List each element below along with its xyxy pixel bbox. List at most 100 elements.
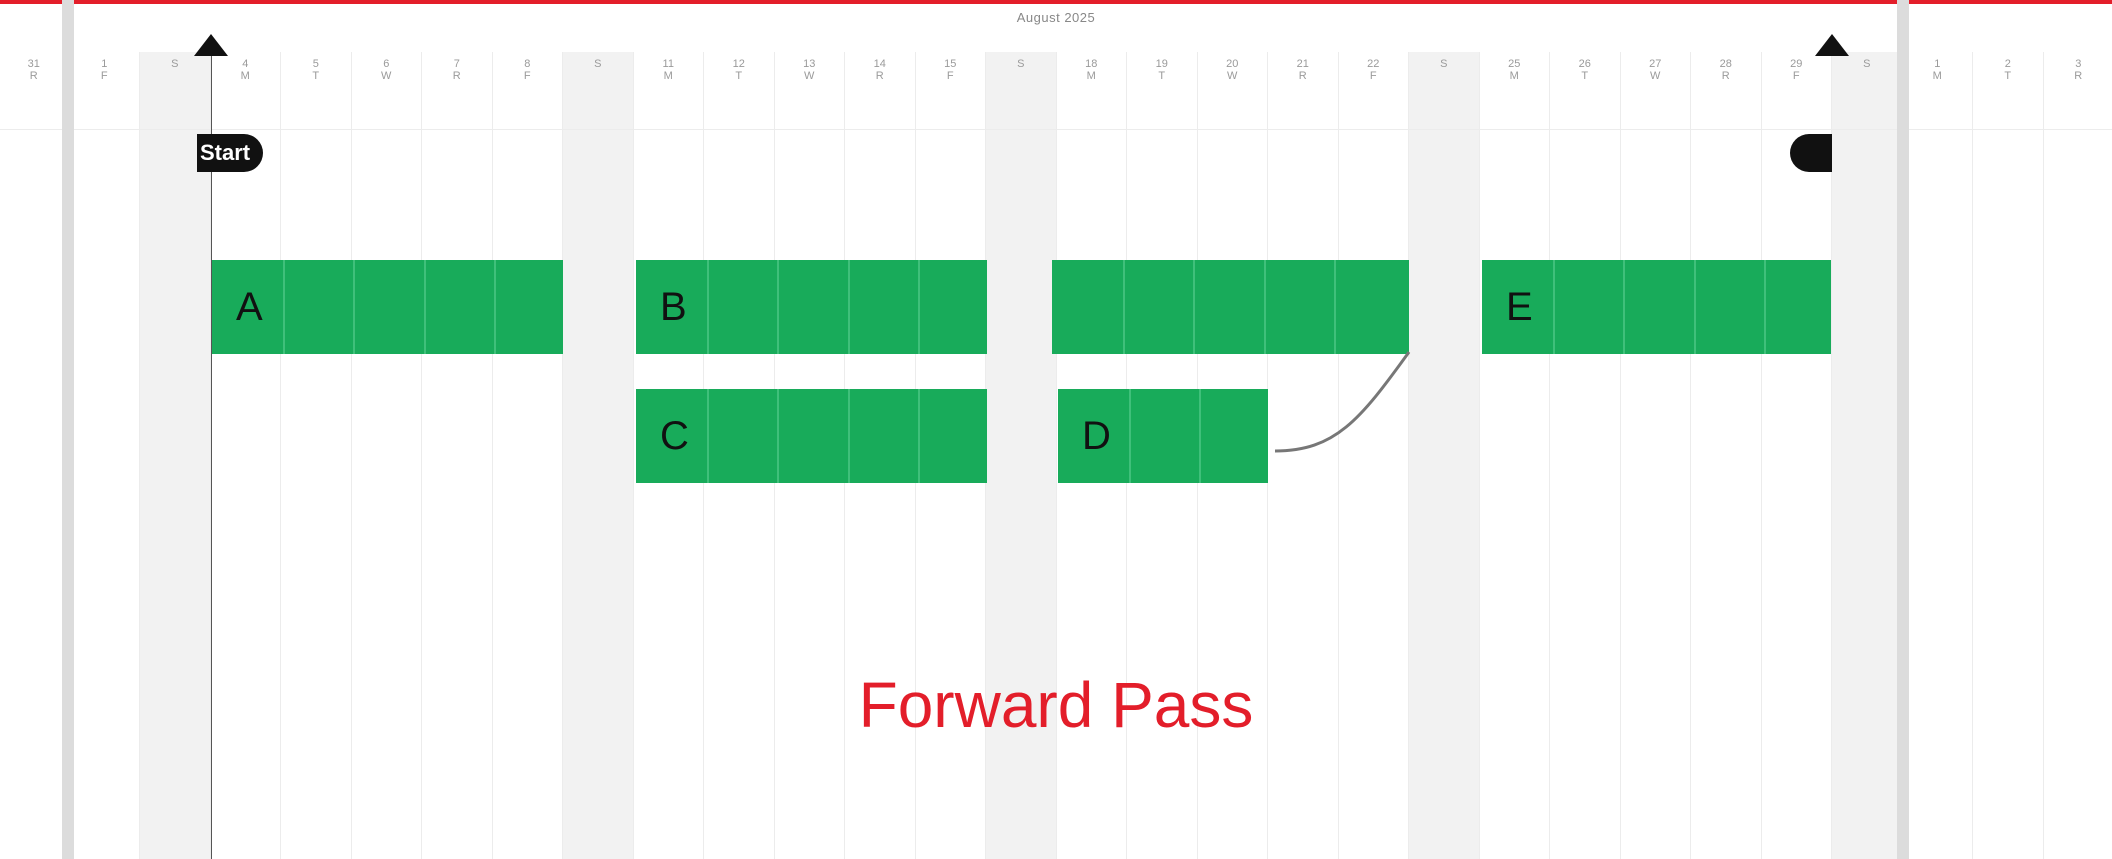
weekday-letter: S [594, 58, 602, 70]
day-cell-divider [494, 260, 496, 354]
day-number: 15 [944, 58, 957, 70]
weekday-letter: W [804, 70, 815, 82]
day-header: 25 M [1480, 58, 1550, 82]
day-cell-divider [847, 389, 850, 483]
task-bar-e[interactable]: E [1482, 260, 1831, 354]
day-header: 7R [422, 58, 492, 82]
day-cell-divider [918, 260, 920, 354]
day-cell-divider [1128, 389, 1131, 483]
day-header: 4M [211, 58, 281, 82]
day-number: 3 [2075, 58, 2082, 70]
weekday-letter: F [1369, 70, 1377, 82]
day-cell-divider [1552, 260, 1555, 354]
day-number: 29 [1790, 58, 1803, 70]
day-header: 29 F [1762, 58, 1832, 82]
weekday-letter: M [240, 70, 250, 82]
day-number: 5 [312, 58, 319, 70]
day-cell-divider [282, 260, 285, 354]
day-number: 14 [873, 58, 886, 70]
day-number: 7 [453, 58, 460, 70]
task-bar-c[interactable]: C [636, 389, 987, 483]
weekday-letter: W [1227, 70, 1238, 82]
day-header: 12 T [704, 58, 774, 82]
weekday-letter: F [523, 70, 531, 82]
day-header: 5T [281, 58, 351, 82]
day-header: 8F [493, 58, 563, 82]
day-header: S [986, 58, 1056, 70]
day-cell-divider [1193, 260, 1195, 354]
day-header: 1M [1903, 58, 1973, 82]
day-number: 31 [27, 58, 40, 70]
day-header: 26 T [1550, 58, 1620, 82]
weekday-letter: R [2074, 70, 2083, 82]
day-header: 14 R [845, 58, 915, 82]
day-header: 19 T [1127, 58, 1197, 82]
day-cell-divider [777, 389, 779, 483]
task-bar-unlabeled[interactable] [1052, 260, 1409, 354]
weekday-letter: T [1158, 70, 1166, 82]
weekday-letter: S [1863, 58, 1871, 70]
day-header: 21 R [1268, 58, 1338, 82]
day-number: 11 [662, 58, 674, 70]
day-cell-divider [1263, 260, 1266, 354]
caption: Forward Pass [858, 669, 1254, 741]
header-divider [0, 129, 2112, 130]
day-header: 11 M [634, 58, 704, 82]
task-bar-d[interactable]: D [1058, 389, 1268, 483]
weekday-letter: T [1581, 70, 1589, 82]
day-header: S [1409, 58, 1479, 70]
weekday-letter: F [946, 70, 954, 82]
task-bar-a[interactable]: A [212, 260, 563, 354]
end-milestone[interactable] [1790, 134, 1832, 172]
day-number: 27 [1649, 58, 1662, 70]
start-milestone[interactable]: Start [197, 134, 263, 172]
weekday-letter: T [735, 70, 743, 82]
task-bar-b[interactable]: B [636, 260, 987, 354]
day-cell-divider [706, 260, 709, 354]
weekday-letter: T [2004, 70, 2012, 82]
day-header: 6W [352, 58, 422, 82]
day-number: 20 [1226, 58, 1239, 70]
day-header: 3R [2044, 58, 2112, 82]
day-number: 13 [803, 58, 816, 70]
day-header: S [563, 58, 633, 70]
weekday-letter: F [100, 70, 108, 82]
day-header: S [1832, 58, 1902, 70]
day-header: 31 R [0, 58, 69, 82]
weekday-letter: R [1298, 70, 1307, 82]
task-label: C [660, 414, 689, 458]
weekday-letter: M [1086, 70, 1096, 82]
day-number: 25 [1508, 58, 1521, 70]
task-label: D [1082, 414, 1111, 458]
day-number: 1 [101, 58, 108, 70]
day-number: 22 [1367, 58, 1380, 70]
day-number: 28 [1719, 58, 1732, 70]
weekday-letter: R [875, 70, 884, 82]
weekday-letter: S [171, 58, 179, 70]
day-cell-divider [1764, 260, 1766, 354]
day-number: 1 [1934, 58, 1941, 70]
weekday-letter: T [312, 70, 320, 82]
task-label: A [236, 285, 263, 329]
day-header: 15 F [916, 58, 986, 82]
day-cell-divider [1693, 260, 1696, 354]
weekday-letter: S [1017, 58, 1025, 70]
weekday-letter: W [381, 70, 392, 82]
day-number: 12 [732, 58, 745, 70]
day-number: 26 [1578, 58, 1591, 70]
day-header: 28 R [1691, 58, 1761, 82]
day-header: 2T [1973, 58, 2043, 82]
day-cell-divider [353, 260, 355, 354]
day-number: 19 [1155, 58, 1168, 70]
day-header: 18 M [1057, 58, 1127, 82]
start-marker-icon[interactable] [194, 34, 228, 56]
day-header: 1F [70, 58, 140, 82]
day-cell-divider [423, 260, 426, 354]
end-marker-icon[interactable] [1815, 34, 1849, 56]
day-number: 2 [2004, 58, 2011, 70]
day-number: 21 [1296, 58, 1309, 70]
weekday-letter: S [1440, 58, 1448, 70]
day-cell-divider [706, 389, 709, 483]
weekday-letter: M [663, 70, 673, 82]
day-cell-divider [777, 260, 779, 354]
